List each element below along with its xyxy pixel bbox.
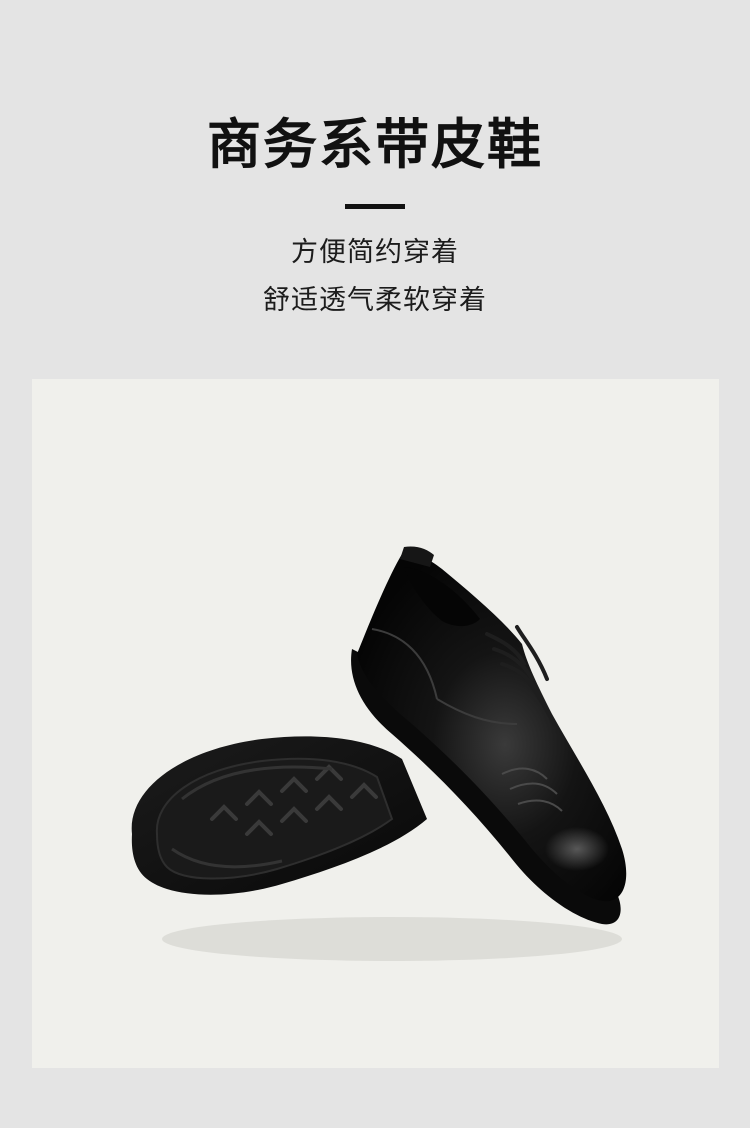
product-photo (32, 379, 719, 1068)
outsole-shoe (131, 736, 427, 895)
header-section: 商务系带皮鞋 方便简约穿着 舒适透气柔软穿着 (0, 0, 750, 379)
subtitle-line-1: 方便简约穿着 (291, 237, 459, 268)
shoe-illustration (131, 546, 627, 961)
title-divider (345, 204, 405, 209)
subtitle-line-2: 舒适透气柔软穿着 (263, 285, 487, 316)
page-title: 商务系带皮鞋 (207, 113, 543, 176)
floor-shadow (162, 917, 622, 961)
dress-shoe (351, 546, 627, 925)
